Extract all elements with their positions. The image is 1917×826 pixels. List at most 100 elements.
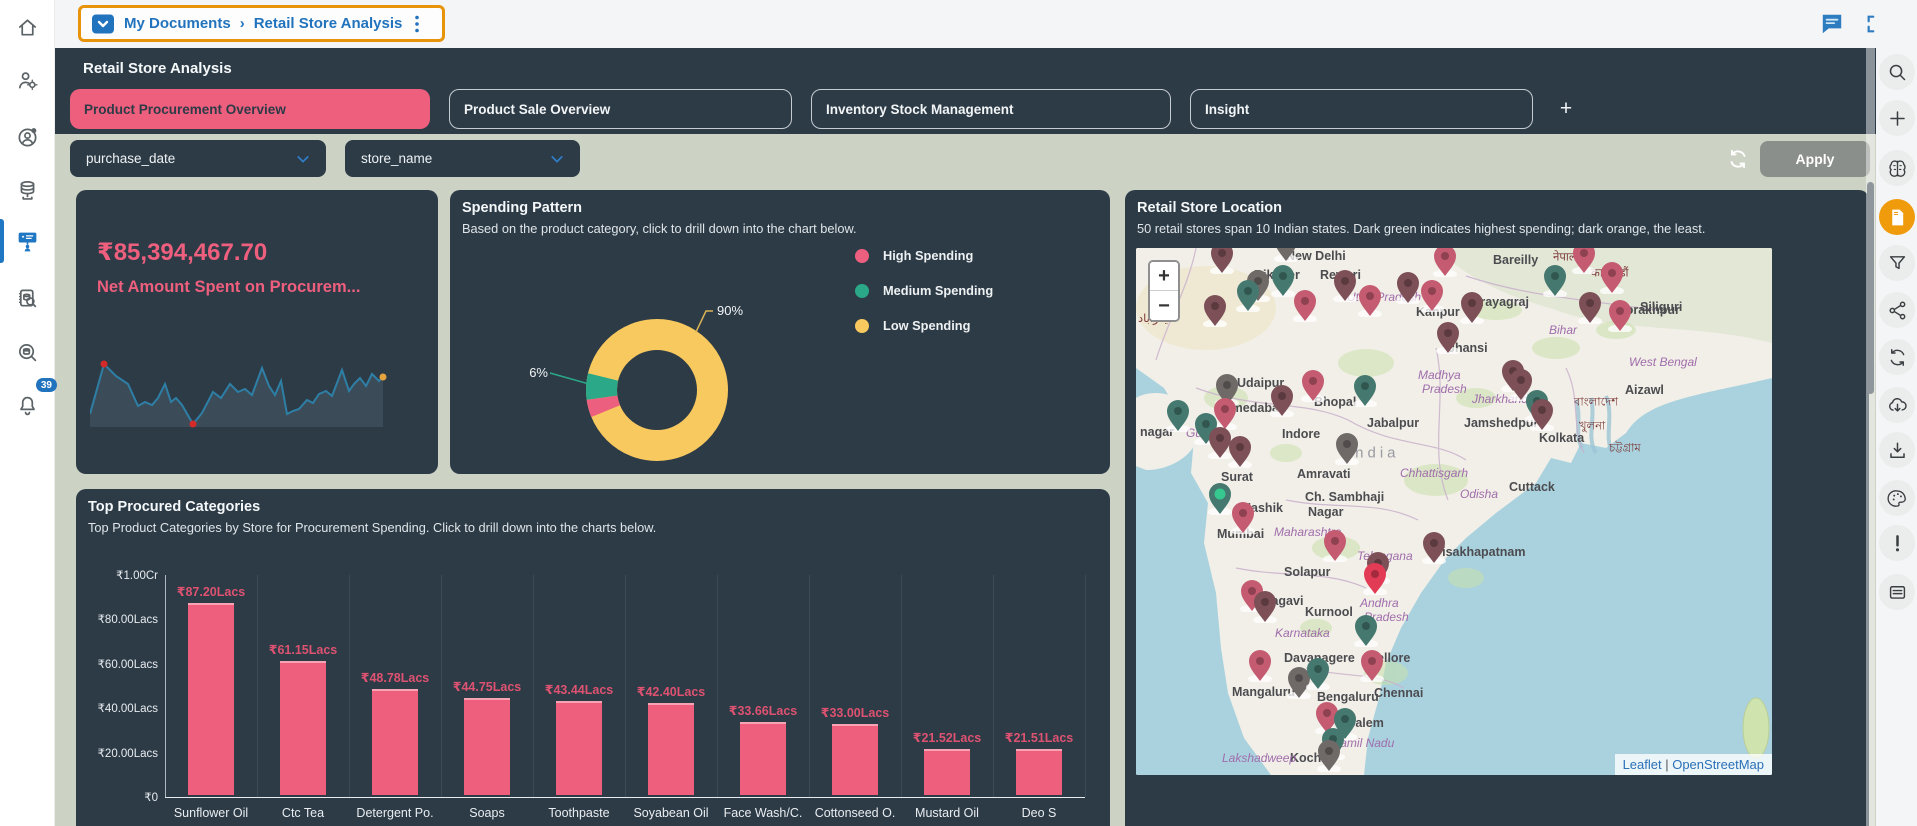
tool-download-icon[interactable] bbox=[1879, 432, 1915, 468]
bar-soyabean-oil[interactable] bbox=[648, 703, 694, 795]
filter-bar: purchase_date store_name Apply bbox=[55, 134, 1876, 186]
store-pin-teal[interactable] bbox=[1305, 656, 1331, 690]
store-pin-maroon[interactable] bbox=[1252, 589, 1278, 623]
scrollbar-thumb[interactable] bbox=[1867, 182, 1874, 394]
store-pin-rose[interactable] bbox=[1230, 500, 1256, 534]
store-pin-rose[interactable] bbox=[1292, 288, 1318, 322]
bar-detergent-po-[interactable] bbox=[372, 689, 418, 795]
store-pin-maroon[interactable] bbox=[1435, 320, 1461, 354]
osm-link[interactable]: OpenStreetMap bbox=[1672, 757, 1764, 772]
breadcrumb[interactable]: My Documents › Retail Store Analysis bbox=[78, 5, 445, 42]
filter-dropdown-purchase_date[interactable]: purchase_date bbox=[70, 140, 326, 177]
map-label-city: Visakhapatnam bbox=[1434, 545, 1525, 559]
sidebar-notifications-icon[interactable]: 39 bbox=[7, 385, 47, 425]
sidebar-home-icon[interactable] bbox=[7, 7, 47, 47]
spending-donut-chart[interactable] bbox=[450, 190, 1110, 462]
map-zoom-out-button[interactable]: − bbox=[1150, 291, 1178, 320]
breadcrumb-kebab-icon[interactable] bbox=[411, 14, 423, 34]
store-pin-rose[interactable] bbox=[1599, 260, 1625, 294]
gridline bbox=[901, 575, 902, 797]
tool-palette-icon[interactable] bbox=[1879, 480, 1915, 516]
store-pin-rose[interactable] bbox=[1607, 298, 1633, 332]
sidebar-user-settings-icon[interactable] bbox=[7, 60, 47, 100]
store-pin-maroon[interactable] bbox=[1227, 434, 1253, 468]
store-pin-rose[interactable] bbox=[1322, 528, 1348, 562]
store-pin-rose[interactable] bbox=[1571, 248, 1597, 274]
store-pin-maroon[interactable] bbox=[1332, 268, 1358, 302]
bar-ctc-tea[interactable] bbox=[280, 661, 326, 795]
breadcrumb-my-documents[interactable]: My Documents bbox=[124, 15, 231, 32]
store-pin-gray[interactable] bbox=[1334, 431, 1360, 465]
store-pin-rose[interactable] bbox=[1359, 648, 1385, 682]
store-pin-maroon[interactable] bbox=[1395, 270, 1421, 304]
bar-sunflower-oil[interactable] bbox=[188, 603, 234, 795]
refresh-icon[interactable] bbox=[1726, 147, 1750, 171]
tool-alert-icon[interactable] bbox=[1879, 525, 1915, 561]
tab-product-sale-overview[interactable]: Product Sale Overview bbox=[449, 89, 792, 129]
sidebar-database-icon[interactable] bbox=[7, 170, 47, 210]
store-pin-teal[interactable] bbox=[1235, 278, 1261, 312]
store-pin-gray[interactable] bbox=[1316, 738, 1342, 772]
tool-search-icon[interactable] bbox=[1879, 54, 1915, 90]
store-pin-teal[interactable] bbox=[1353, 613, 1379, 647]
tab-inventory-stock-management[interactable]: Inventory Stock Management bbox=[811, 89, 1171, 129]
tab-product-procurement-overview[interactable]: Product Procurement Overview bbox=[70, 89, 430, 129]
page-scrollbar[interactable] bbox=[1866, 48, 1875, 826]
dropdown-value: purchase_date bbox=[86, 151, 175, 166]
folder-icon[interactable] bbox=[91, 12, 115, 36]
sidebar-user-profile-icon[interactable] bbox=[7, 117, 47, 157]
india-map[interactable]: New DelhiBikanerRewariBareillyनेपालकाठमा… bbox=[1136, 248, 1772, 775]
bar-deo-s[interactable] bbox=[1016, 749, 1062, 795]
map-label-foreign: চট্টগ্রাম bbox=[1609, 440, 1641, 459]
legend-item-low-spending[interactable]: Low Spending bbox=[855, 318, 993, 333]
store-pin-maroon[interactable] bbox=[1459, 290, 1485, 324]
store-pin-gray[interactable] bbox=[1273, 248, 1299, 262]
tool-filter-icon[interactable] bbox=[1879, 245, 1915, 281]
tool-cloud-download-icon[interactable] bbox=[1879, 387, 1915, 423]
tool-sync-icon[interactable] bbox=[1879, 339, 1915, 375]
sidebar-dashboard-icon[interactable] bbox=[7, 221, 47, 261]
map-label-state: Andhra bbox=[1360, 596, 1399, 610]
sidebar-report-search-icon[interactable] bbox=[7, 278, 47, 318]
legend-item-medium-spending[interactable]: Medium Spending bbox=[855, 283, 993, 298]
store-pin-rose[interactable] bbox=[1419, 278, 1445, 312]
filter-dropdown-store_name[interactable]: store_name bbox=[345, 140, 580, 177]
store-pin-maroon[interactable] bbox=[1529, 397, 1555, 431]
store-pin-teal[interactable] bbox=[1165, 398, 1191, 432]
bar-value-label: ₹87.20Lacs bbox=[165, 584, 257, 599]
store-pin-maroon[interactable] bbox=[1209, 248, 1235, 274]
sidebar-data-search-icon[interactable] bbox=[7, 332, 47, 372]
store-pin-rose[interactable] bbox=[1357, 283, 1383, 317]
store-pin-maroon[interactable] bbox=[1421, 530, 1447, 564]
leaflet-link[interactable]: Leaflet bbox=[1623, 757, 1662, 772]
add-tab-button[interactable]: + bbox=[1551, 89, 1581, 129]
bar-cottonseed-o-[interactable] bbox=[832, 724, 878, 795]
bar-soaps[interactable] bbox=[464, 698, 510, 795]
legend-item-high-spending[interactable]: High Spending bbox=[855, 248, 993, 263]
tool-ai-brain-icon[interactable] bbox=[1879, 150, 1915, 186]
tab-insight[interactable]: Insight bbox=[1190, 89, 1533, 129]
tool-document-icon[interactable] bbox=[1879, 199, 1915, 235]
apply-button[interactable]: Apply bbox=[1760, 141, 1870, 177]
tool-notes-icon[interactable] bbox=[1879, 574, 1915, 610]
bar-face-wash-c-[interactable] bbox=[740, 722, 786, 795]
map-zoom-in-button[interactable]: + bbox=[1150, 262, 1178, 291]
store-pin-rose[interactable] bbox=[1300, 368, 1326, 402]
store-pin-teal[interactable] bbox=[1542, 263, 1568, 297]
tool-share-icon[interactable] bbox=[1879, 292, 1915, 328]
store-pin-maroon[interactable] bbox=[1577, 290, 1603, 324]
store-pin-maroon[interactable] bbox=[1269, 383, 1295, 417]
tool-add-icon[interactable] bbox=[1879, 100, 1915, 136]
store-pin-teal[interactable] bbox=[1352, 373, 1378, 407]
store-pin-red[interactable] bbox=[1362, 561, 1388, 595]
kpi-card[interactable]: ₹85,394,467.70 Net Amount Spent on Procu… bbox=[76, 190, 438, 474]
breadcrumb-separator-icon: › bbox=[240, 15, 245, 32]
store-pin-rose[interactable] bbox=[1247, 648, 1273, 682]
breadcrumb-current[interactable]: Retail Store Analysis bbox=[254, 15, 403, 32]
store-pin-maroon[interactable] bbox=[1202, 293, 1228, 327]
comments-icon[interactable] bbox=[1818, 10, 1846, 38]
bar-toothpaste[interactable] bbox=[556, 701, 602, 795]
store-pin-rose[interactable] bbox=[1432, 248, 1458, 277]
bar-mustard-oil[interactable] bbox=[924, 749, 970, 795]
bar-value-label: ₹61.15Lacs bbox=[257, 642, 349, 657]
